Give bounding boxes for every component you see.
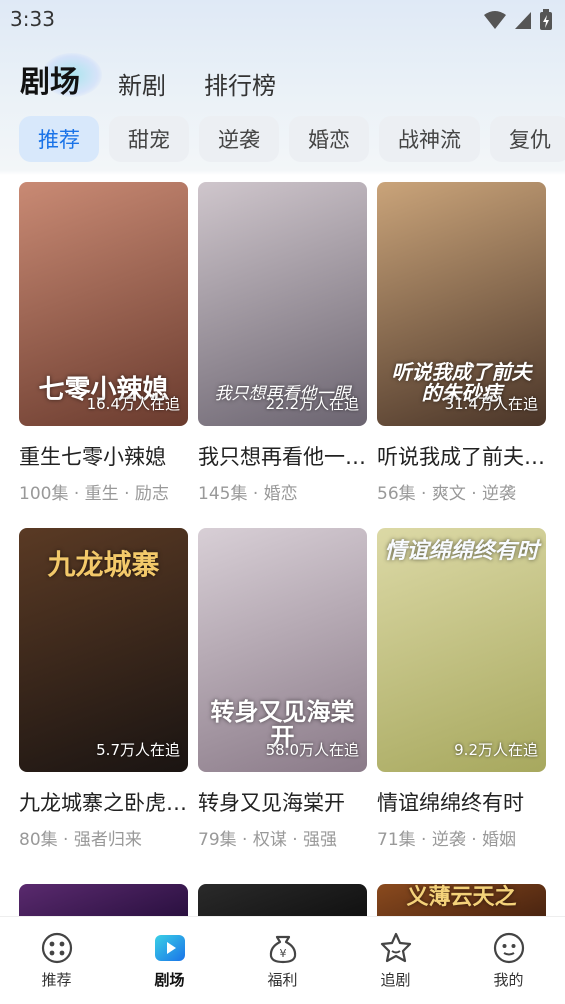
chip-sweet-romance[interactable]: 甜宠 — [109, 116, 189, 162]
drama-card[interactable]: 义薄云天之 — [377, 884, 546, 916]
drama-card[interactable]: 听说我成了前夫的朱砂痣 31.4万人在追 听说我成了前夫… 56集 · 爽文 ·… — [377, 182, 546, 504]
star-icon — [380, 932, 411, 963]
signal-icon — [515, 12, 531, 29]
profile-face-icon — [493, 932, 524, 964]
followers-count: 31.4万人在追 — [444, 395, 538, 413]
drama-card[interactable]: 情谊绵绵终有时 9.2万人在追 情谊绵绵终有时 71集 · 逆袭 · 婚姻 — [377, 528, 546, 850]
nav-label: 我的 — [493, 971, 524, 989]
status-icons — [483, 9, 553, 31]
chip-recommend[interactable]: 推荐 — [19, 116, 99, 162]
followers-count: 9.2万人在追 — [454, 741, 538, 759]
wifi-icon — [484, 11, 506, 29]
drama-poster[interactable] — [198, 884, 367, 916]
battery-icon — [540, 9, 552, 30]
followers-count: 58.0万人在追 — [265, 741, 359, 759]
nav-label: 追剧 — [380, 971, 411, 989]
chip-revenge[interactable]: 复仇 — [490, 116, 565, 162]
drama-poster[interactable]: 听说我成了前夫的朱砂痣 31.4万人在追 — [377, 182, 546, 426]
drama-meta: 80集 · 强者归来 — [19, 830, 142, 850]
nav-welfare[interactable]: ¥ 福利 — [226, 917, 339, 1004]
poster-title: 义薄云天之 — [406, 885, 517, 910]
nav-recommend[interactable]: 推荐 — [0, 917, 113, 1004]
drama-meta: 79集 · 权谋 · 强强 — [198, 830, 338, 850]
tab-rankings[interactable]: 排行榜 — [204, 66, 276, 101]
drama-title[interactable]: 情谊绵绵终有时 — [377, 787, 546, 817]
nav-theater[interactable]: 剧场 — [113, 917, 226, 1004]
drama-poster[interactable]: 九龙城寨 5.7万人在追 — [19, 528, 188, 772]
category-chips: 推荐 甜宠 逆袭 婚恋 战神流 复仇 — [19, 116, 565, 162]
followers-count: 22.2万人在追 — [265, 395, 359, 413]
drama-card[interactable]: 七零小辣媳 16.4万人在追 重生七零小辣媳 100集 · 重生 · 励志 — [19, 182, 188, 504]
nav-mine[interactable]: 我的 — [452, 917, 565, 1004]
drama-title[interactable]: 我只想再看他一… — [198, 441, 367, 471]
drama-title[interactable]: 重生七零小辣媳 — [19, 441, 188, 471]
status-bar: 3:33 — [0, 0, 565, 40]
chip-war-god[interactable]: 战神流 — [379, 116, 480, 162]
nav-following[interactable]: 追剧 — [339, 917, 452, 1004]
header-tabs: 剧场 新剧 排行榜 — [20, 53, 314, 101]
drama-title[interactable]: 听说我成了前夫… — [377, 441, 546, 471]
drama-card[interactable]: 九龙城寨 5.7万人在追 九龙城寨之卧虎… 80集 · 强者归来 — [19, 528, 188, 850]
drama-card[interactable] — [198, 884, 367, 916]
drama-poster[interactable]: 转身又见海棠开 58.0万人在追 — [198, 528, 367, 772]
drama-card[interactable]: 我只想再看他一眼 22.2万人在追 我只想再看他一… 145集 · 婚恋 — [198, 182, 367, 504]
drama-poster[interactable]: 情谊绵绵终有时 9.2万人在追 — [377, 528, 546, 772]
poster-title: 九龙城寨 — [47, 548, 160, 581]
drama-title[interactable]: 九龙城寨之卧虎… — [19, 787, 188, 817]
tab-theater[interactable]: 剧场 — [20, 53, 102, 101]
drama-poster[interactable] — [19, 884, 188, 916]
status-time: 3:33 — [10, 7, 55, 31]
poster-title: 情谊绵绵终有时 — [384, 539, 539, 564]
drama-poster[interactable]: 七零小辣媳 16.4万人在追 — [19, 182, 188, 426]
chip-marriage[interactable]: 婚恋 — [289, 116, 369, 162]
followers-count: 5.7万人在追 — [96, 741, 180, 759]
drama-meta: 71集 · 逆袭 · 婚姻 — [377, 830, 517, 850]
svg-text:¥: ¥ — [279, 947, 286, 960]
bottom-nav: 推荐 剧场 ¥ 福利 追剧 我的 — [0, 916, 565, 1004]
nav-label: 福利 — [267, 971, 298, 989]
drama-card[interactable]: 转身又见海棠开 58.0万人在追 转身又见海棠开 79集 · 权谋 · 强强 — [198, 528, 367, 850]
drama-meta: 56集 · 爽文 · 逆袭 — [377, 484, 517, 504]
drama-meta: 145集 · 婚恋 — [198, 484, 298, 504]
drama-poster[interactable]: 义薄云天之 — [377, 884, 546, 916]
money-bag-icon: ¥ — [269, 935, 296, 964]
drama-card[interactable] — [19, 884, 188, 916]
theater-play-icon — [154, 935, 185, 961]
drama-meta: 100集 · 重生 · 励志 — [19, 484, 169, 504]
tab-new-dramas[interactable]: 新剧 — [118, 66, 166, 101]
nav-label: 推荐 — [41, 971, 72, 989]
chip-counterattack[interactable]: 逆袭 — [199, 116, 279, 162]
nav-label: 剧场 — [154, 971, 185, 989]
drama-title[interactable]: 转身又见海棠开 — [198, 787, 367, 817]
recommend-icon — [41, 932, 72, 964]
followers-count: 16.4万人在追 — [86, 395, 180, 413]
drama-poster[interactable]: 我只想再看他一眼 22.2万人在追 — [198, 182, 367, 426]
